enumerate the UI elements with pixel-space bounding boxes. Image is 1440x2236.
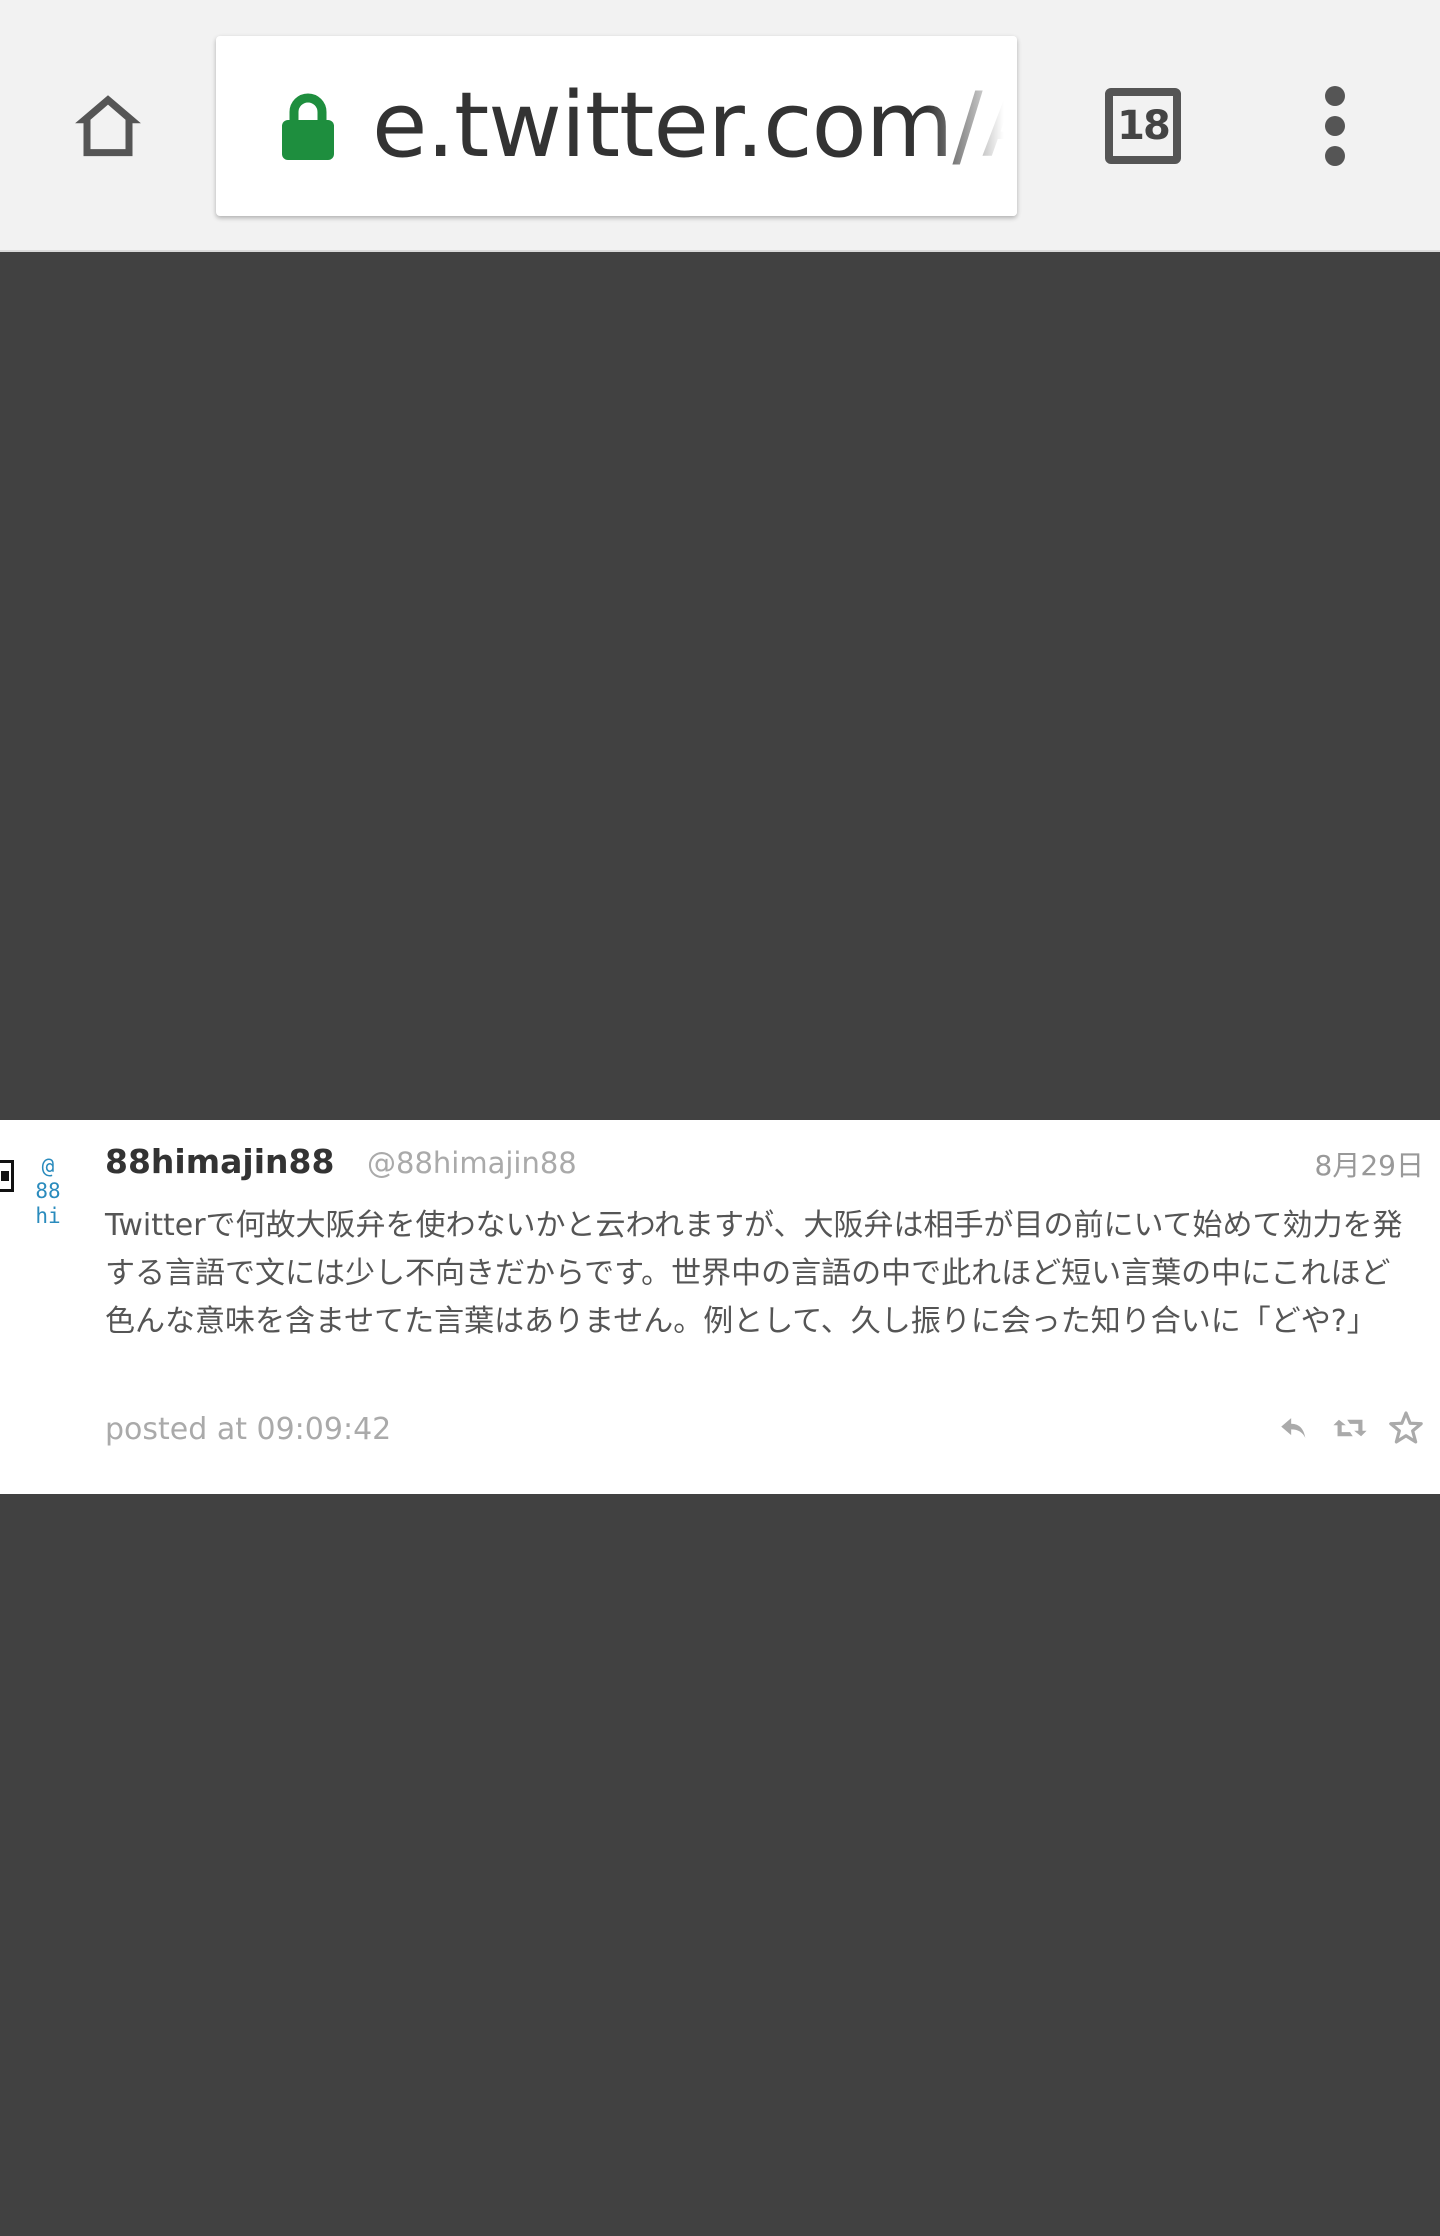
url-text: e.twitter.com/A bbox=[372, 73, 1017, 178]
url-fade bbox=[927, 36, 1017, 216]
retweet-button[interactable] bbox=[1330, 1408, 1370, 1448]
home-button[interactable] bbox=[48, 66, 168, 186]
home-icon bbox=[75, 95, 141, 157]
menu-dot bbox=[1325, 116, 1345, 136]
tweet-text: Twitterで何故大阪弁を使わないかと云われますが、大阪弁は相手が目の前にいて… bbox=[105, 1208, 1403, 1339]
favorite-button[interactable] bbox=[1386, 1408, 1426, 1448]
address-bar[interactable]: e.twitter.com/A bbox=[216, 36, 1017, 216]
tweet-author-handle[interactable]: @88himajin88 bbox=[367, 1146, 577, 1180]
menu-dot bbox=[1325, 146, 1345, 166]
qr-code-edge bbox=[0, 1160, 14, 1192]
lock-icon bbox=[282, 93, 334, 160]
tweet-posted-time: posted at 09:09:42 bbox=[105, 1412, 392, 1447]
favorite-icon bbox=[1389, 1411, 1423, 1444]
avatar-line: hi bbox=[35, 1204, 61, 1228]
tweet-card: @ 88 hi 88himajin88 @88himajin88 8月29日 T… bbox=[0, 1120, 1440, 1494]
menu-dot bbox=[1325, 86, 1345, 106]
tab-count: 18 bbox=[1105, 88, 1181, 164]
reply-icon bbox=[1281, 1418, 1306, 1438]
avatar-line: @ bbox=[41, 1154, 55, 1178]
tab-switcher-button[interactable]: 18 bbox=[1092, 66, 1194, 186]
reply-button[interactable] bbox=[1274, 1408, 1314, 1448]
avatar[interactable]: @ 88 hi bbox=[24, 1154, 72, 1254]
retweet-icon bbox=[1333, 1419, 1367, 1437]
tweet-date[interactable]: 8月29日 bbox=[1315, 1144, 1424, 1184]
browser-toolbar: e.twitter.com/A 18 bbox=[0, 0, 1440, 252]
avatar-line: 88 bbox=[35, 1179, 61, 1203]
tweet-author-name[interactable]: 88himajin88 bbox=[105, 1142, 334, 1181]
more-menu-button[interactable] bbox=[1290, 66, 1380, 186]
tweet-actions bbox=[1274, 1408, 1426, 1448]
